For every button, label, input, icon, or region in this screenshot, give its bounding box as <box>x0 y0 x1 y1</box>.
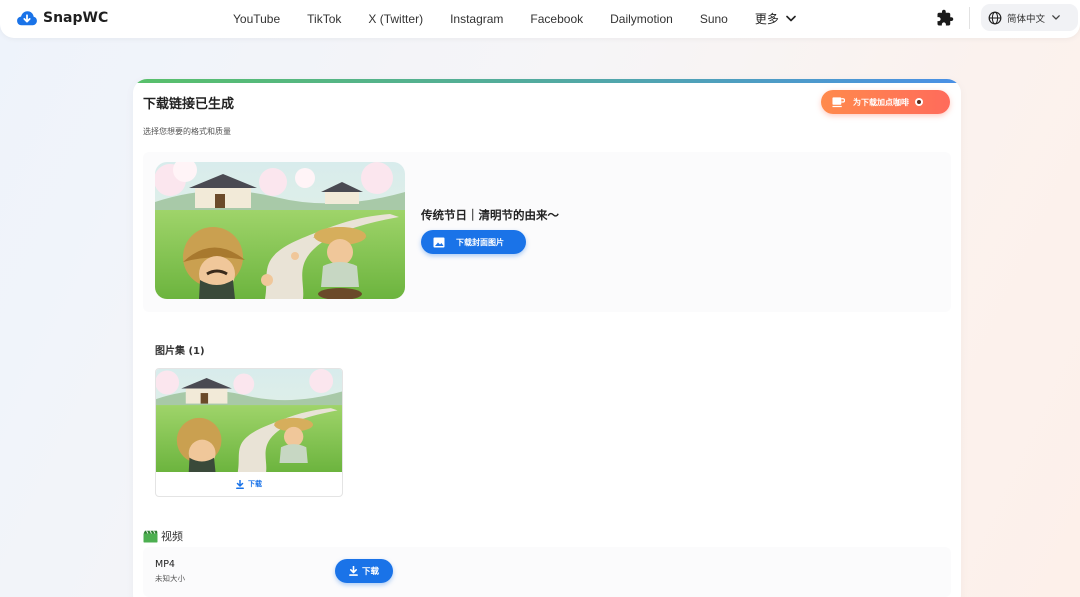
video-download-label: 下载 <box>361 567 379 577</box>
coffee-bean-icon <box>915 98 923 106</box>
nav-item-suno[interactable]: Suno <box>700 12 728 26</box>
download-arrow-icon <box>349 566 358 576</box>
download-cover-label: 下载封面图片 <box>456 237 504 247</box>
video-section-title: 视频 <box>161 530 183 543</box>
chevron-down-icon <box>1052 15 1060 20</box>
gallery-thumbnail <box>156 369 342 472</box>
download-cover-button[interactable]: 下载封面图片 <box>421 230 526 254</box>
format-size: 未知大小 <box>155 574 185 583</box>
nav-more-dropdown[interactable]: 更多 <box>755 10 796 27</box>
image-icon <box>433 237 445 247</box>
video-format-row: MP4 未知大小 下载 <box>143 547 951 597</box>
nav-item-facebook[interactable]: Facebook <box>530 12 583 26</box>
download-arrow-icon <box>236 479 244 489</box>
brand-logo[interactable]: SnapWC <box>16 8 108 28</box>
media-title: 传统节日｜清明节的由来～ <box>421 208 559 222</box>
nav-item-youtube[interactable]: YouTube <box>233 12 280 26</box>
download-result-card: 下载链接已生成 选择您想要的格式和质量 为下载加点咖啡 传统节日｜清明节的由来～… <box>133 79 961 597</box>
format-name: MP4 <box>155 559 175 570</box>
nav-item-x-twitter[interactable]: X (Twitter) <box>368 12 423 26</box>
card-accent-bar <box>133 79 961 83</box>
chevron-down-icon <box>786 15 796 22</box>
language-selector[interactable]: 简体中文 <box>981 4 1078 31</box>
cover-thumbnail <box>155 162 405 299</box>
globe-icon <box>988 11 1002 24</box>
nav-item-instagram[interactable]: Instagram <box>450 12 503 26</box>
page-subtitle: 选择您想要的格式和质量 <box>143 127 231 136</box>
gallery-download-label: 下载 <box>248 480 262 488</box>
page-title: 下载链接已生成 <box>143 97 235 112</box>
gallery-download-button[interactable]: 下载 <box>156 477 342 491</box>
gallery-title: 图片集 (1) <box>155 346 205 357</box>
buy-coffee-label: 为下载加点咖啡 <box>853 97 909 107</box>
brand-name: SnapWC <box>43 10 109 26</box>
language-label: 简体中文 <box>1007 13 1046 25</box>
gallery-item: 下载 <box>155 368 343 497</box>
nav-more-label: 更多 <box>754 12 779 26</box>
nav-item-tiktok[interactable]: TikTok <box>307 12 341 26</box>
buy-coffee-button[interactable]: 为下载加点咖啡 <box>821 90 950 114</box>
puzzle-icon[interactable] <box>936 9 954 27</box>
video-section-heading: 视频 <box>143 528 183 544</box>
main-nav: YouTube TikTok X (Twitter) Instagram Fac… <box>233 10 796 27</box>
clapperboard-icon <box>143 530 158 542</box>
video-download-button[interactable]: 下载 <box>335 559 393 583</box>
nav-item-dailymotion[interactable]: Dailymotion <box>610 12 673 26</box>
coffee-cup-icon <box>832 97 845 108</box>
nav-divider <box>969 7 970 29</box>
top-navbar: SnapWC YouTube TikTok X (Twitter) Instag… <box>0 0 1080 38</box>
media-summary: 传统节日｜清明节的由来～ 下载封面图片 <box>143 152 951 312</box>
cloud-download-icon <box>17 11 37 26</box>
